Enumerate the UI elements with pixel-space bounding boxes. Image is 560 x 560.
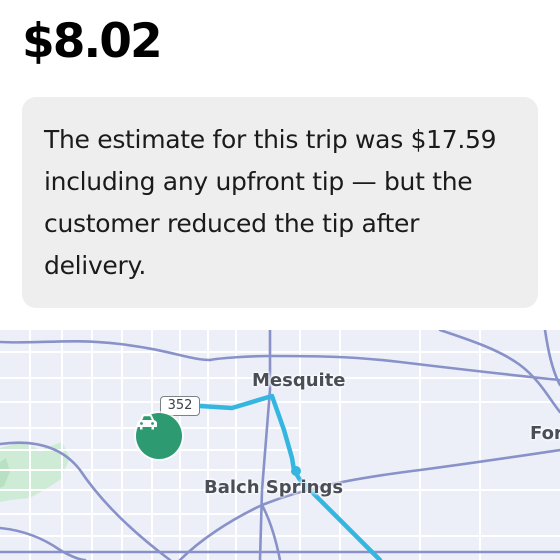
driver-location-marker[interactable] [136, 413, 182, 459]
trip-details-screen: $8.02 The estimate for this trip was $17… [0, 0, 560, 560]
trip-route-map[interactable]: Mesquite Balch Springs For 352 [0, 330, 560, 560]
map-label-balch-springs: Balch Springs [204, 477, 344, 498]
map-label-forney: For [530, 423, 560, 444]
highway-shield: 352 [160, 396, 200, 416]
tip-reduction-notice-text: The estimate for this trip was $17.59 in… [44, 125, 497, 280]
map-label-mesquite: Mesquite [252, 370, 346, 391]
map-roads [0, 330, 560, 560]
minor-streets [0, 330, 560, 560]
tip-reduction-notice: The estimate for this trip was $17.59 in… [22, 97, 538, 308]
car-icon [137, 414, 157, 430]
highways [0, 330, 560, 560]
trip-earnings-amount: $8.02 [22, 14, 163, 69]
